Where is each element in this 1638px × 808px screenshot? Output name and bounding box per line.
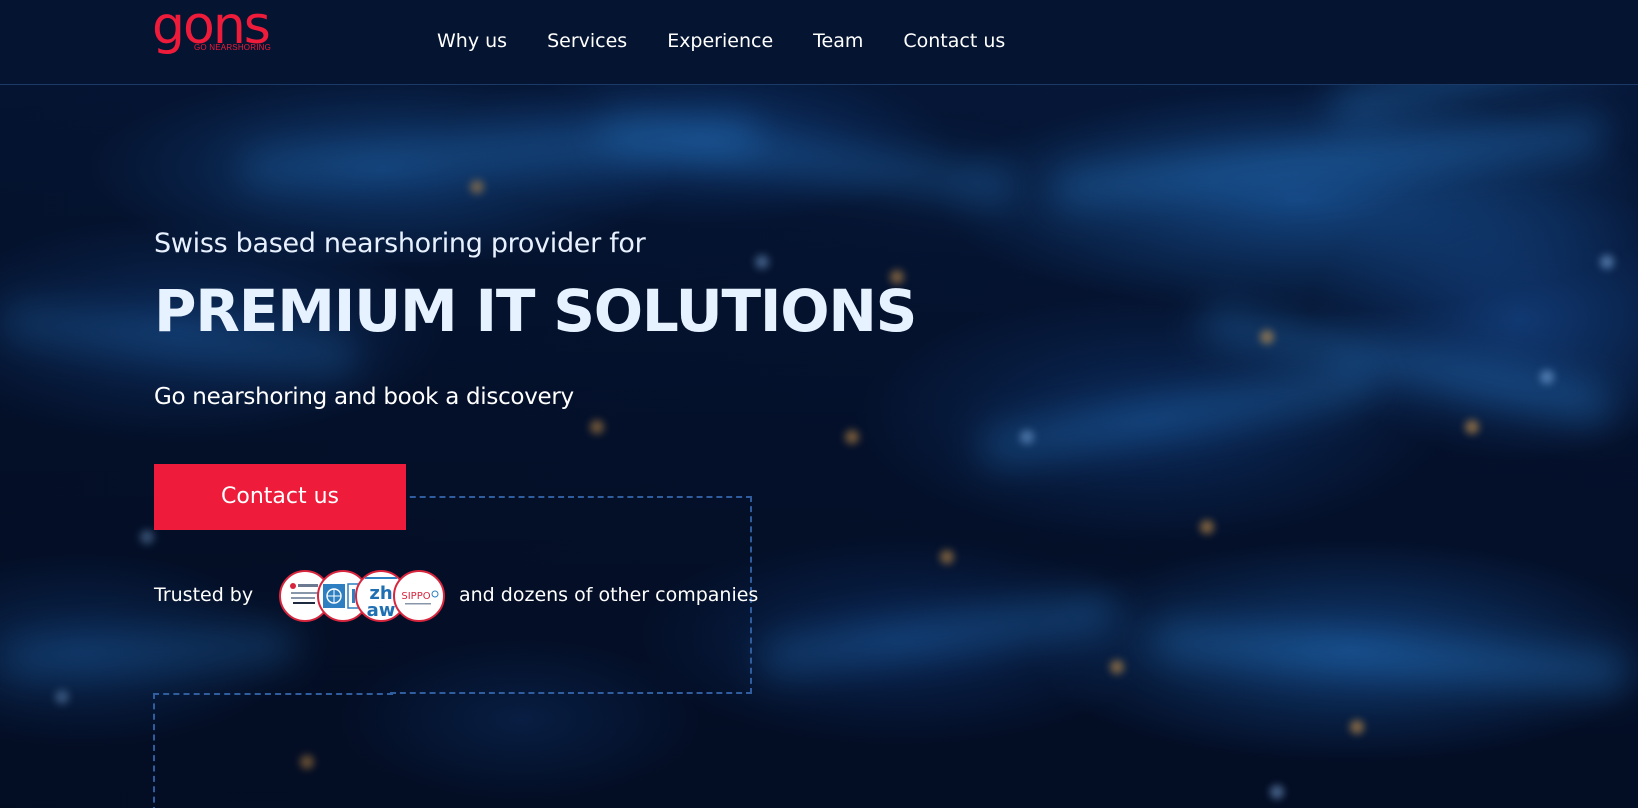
zhaw-text-bottom: aw: [367, 600, 396, 620]
nav-item-experience[interactable]: Experience: [667, 26, 773, 56]
nav-item-contact-us[interactable]: Contact us: [903, 26, 1005, 56]
brand-logo[interactable]: gons GO NEARSHORING: [152, 0, 282, 70]
trusted-by-label: Trusted by: [154, 584, 254, 606]
main-nav: Why us Services Experience Team Contact …: [437, 26, 1045, 56]
trusted-by-tail: and dozens of other companies: [459, 584, 759, 606]
nav-item-services[interactable]: Services: [547, 26, 627, 56]
nav-item-why-us[interactable]: Why us: [437, 26, 507, 56]
site-header: gons GO NEARSHORING Why us Services Expe…: [0, 0, 1638, 85]
trusted-by-row: Trusted by zh aw SIPPO and dozens of oth…: [154, 568, 794, 624]
page: gons GO NEARSHORING Why us Services Expe…: [0, 0, 1638, 808]
decorative-dashed-frame-lower: [153, 693, 393, 808]
hero-headline: PREMIUM IT SOLUTIONS: [154, 277, 917, 345]
brand-tagline: GO NEARSHORING: [194, 43, 272, 52]
partner-logos: zh aw SIPPO: [279, 570, 449, 622]
sippo-text: SIPPO: [401, 591, 430, 602]
hero-subline: Go nearshoring and book a discovery: [154, 384, 574, 410]
hero-tagline: Swiss based nearshoring provider for: [154, 228, 646, 259]
sippo-logo: SIPPO: [393, 570, 445, 622]
contact-us-button[interactable]: Contact us: [154, 464, 406, 530]
nav-item-team[interactable]: Team: [813, 26, 863, 56]
